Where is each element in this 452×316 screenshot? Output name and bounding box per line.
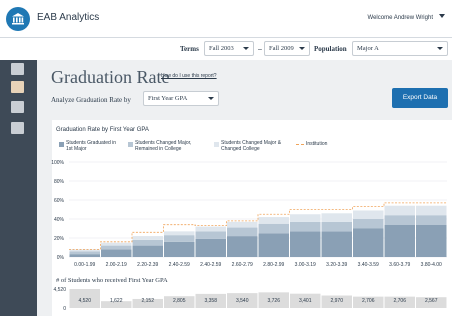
x-tick-label: 3.20-3.39 <box>326 262 347 268</box>
count-value-label: 4,520 <box>78 298 91 304</box>
bar-changed-major-changed-college <box>195 226 226 232</box>
bar-changed-major-remained <box>132 239 163 246</box>
bar-changed-major-remained <box>353 219 384 229</box>
bar-changed-major-changed-college <box>384 205 415 216</box>
bar-graduated-1st-major <box>290 231 321 257</box>
bar-changed-major-changed-college <box>258 217 289 224</box>
bar-graduated-1st-major <box>353 228 384 257</box>
bar-graduated-1st-major <box>195 238 226 257</box>
bar-changed-major-changed-college <box>132 236 163 240</box>
count-value-label: 3,358 <box>204 298 217 304</box>
bar-changed-major-remained <box>69 251 100 255</box>
x-tick-label: 3.60-3.79 <box>389 262 410 268</box>
x-tick-label: 3.40-3.59 <box>358 262 379 268</box>
bar-changed-major-remained <box>416 215 447 225</box>
bar-graduated-1st-major <box>321 231 352 257</box>
y-tick-label: 40% <box>54 217 65 223</box>
bar-changed-major-changed-college <box>416 205 447 216</box>
bar-changed-major-remained <box>164 235 195 242</box>
count-value-label: 2,970 <box>330 298 343 304</box>
count-value-label: 3,540 <box>236 298 249 304</box>
y-tick-label: 0% <box>57 255 65 261</box>
x-tick-label: 2.80-2.99 <box>263 262 284 268</box>
x-tick-label: 3.80-4.00 <box>421 262 442 268</box>
bar-graduated-1st-major <box>132 245 163 257</box>
bar-graduated-1st-major <box>258 233 289 257</box>
bar-graduated-1st-major <box>227 236 258 257</box>
bar-changed-major-remained <box>101 245 132 250</box>
x-tick-label: 2.40-2.59 <box>200 262 221 268</box>
bar-graduated-1st-major <box>384 224 415 257</box>
bar-changed-major-remained <box>321 221 352 232</box>
graduation-rate-chart: 100% 80% 60% 40% 20% 0% 0.00-1.99 2.00-2.19 2.20… <box>51 160 447 312</box>
y-tick-label: 20% <box>54 236 65 242</box>
bar-changed-major-changed-college <box>101 242 132 246</box>
count-y-tick-label: 4,520 <box>53 287 66 293</box>
count-value-label: 3,401 <box>299 298 312 304</box>
y-tick-label: 100% <box>51 160 64 166</box>
y-tick-label: 60% <box>54 198 65 204</box>
x-tick-label: 2.40-2.59 <box>169 262 190 268</box>
count-value-label: 2,706 <box>362 298 375 304</box>
bar-changed-major-changed-college <box>321 213 352 222</box>
bar-changed-major-remained <box>227 227 258 237</box>
bar-graduated-1st-major <box>164 241 195 257</box>
bar-changed-major-remained <box>384 215 415 225</box>
x-tick-label: 2.00-2.19 <box>106 262 127 268</box>
x-tick-label: 0.00-1.99 <box>74 262 95 268</box>
count-value-label: 2,567 <box>425 298 438 304</box>
bar-changed-major-changed-college <box>290 214 321 222</box>
count-y-tick-label: 0 <box>63 306 66 312</box>
count-value-label: 2,152 <box>141 298 154 304</box>
bar-changed-major-remained <box>290 221 321 232</box>
count-value-label: 1,622 <box>110 298 123 304</box>
count-value-label: 2,805 <box>173 298 186 304</box>
bar-graduated-1st-major <box>101 249 132 257</box>
bar-graduated-1st-major <box>69 254 100 257</box>
bar-changed-major-changed-college <box>164 231 195 236</box>
count-value-label: 3,726 <box>267 298 280 304</box>
bar-changed-major-remained <box>258 223 289 234</box>
x-tick-label: 3.00-3.19 <box>295 262 316 268</box>
bar-changed-major-changed-college <box>227 221 258 228</box>
count-value-label: 2,706 <box>393 298 406 304</box>
bar-changed-major-changed-college <box>353 210 384 219</box>
bar-graduated-1st-major <box>416 224 447 257</box>
x-tick-label: 2.60-2.79 <box>232 262 253 268</box>
y-tick-label: 80% <box>54 179 65 185</box>
x-tick-label: 2.20-2.39 <box>137 262 158 268</box>
bar-changed-major-remained <box>195 231 226 239</box>
